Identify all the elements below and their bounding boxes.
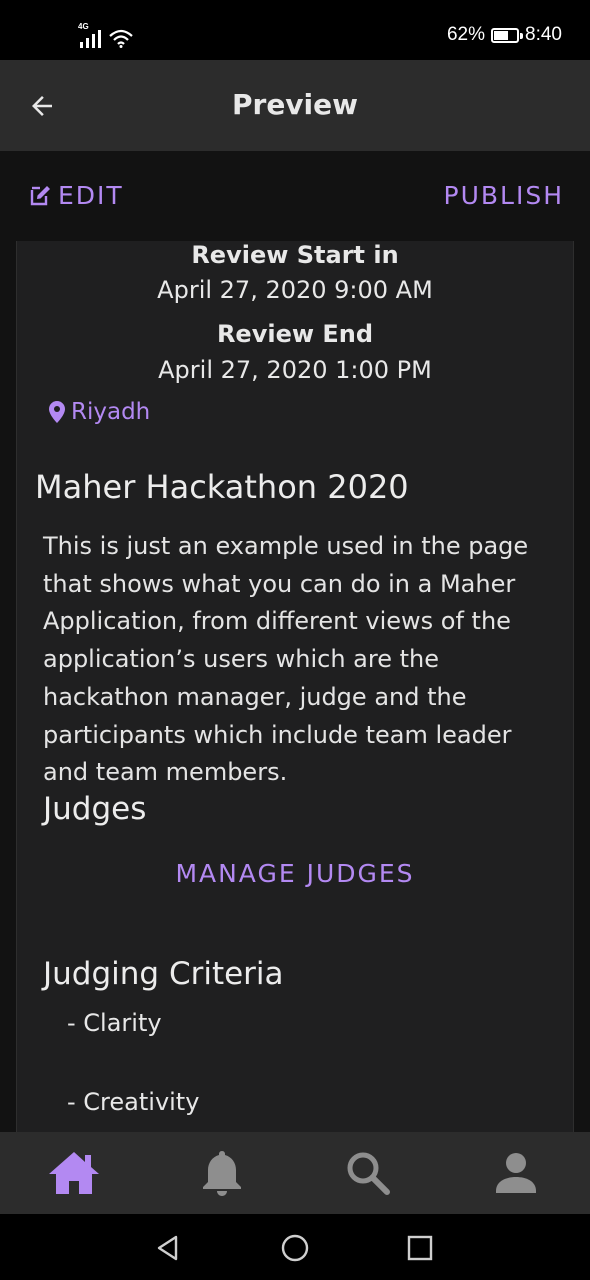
status-bar: 4G 62% 8:40 [0, 0, 590, 60]
review-end-label: Review End [216, 320, 374, 348]
publish-button[interactable]: PUBLISH [444, 181, 565, 210]
edit-icon [30, 185, 50, 205]
triangle-back-icon [157, 1235, 178, 1261]
system-home-button[interactable] [275, 1228, 315, 1268]
nav-profile[interactable] [486, 1146, 546, 1200]
battery-fill [494, 30, 509, 40]
edit-label: EDIT [58, 181, 124, 210]
edit-button[interactable]: EDIT [28, 181, 124, 210]
hackathon-title: Maher Hackathon 2020 [35, 468, 409, 506]
clock: 8:40 [525, 24, 562, 45]
network-type: 4G [78, 22, 89, 31]
location[interactable]: Riyadh [49, 399, 150, 425]
nav-search[interactable] [338, 1146, 398, 1200]
hackathon-description: This is just an example used in the page… [43, 532, 529, 787]
review-start-date: April 27, 2020 9:00 AM [157, 276, 433, 304]
person-icon [496, 1153, 536, 1193]
nav-home[interactable] [44, 1146, 104, 1200]
wifi-icon [109, 29, 133, 48]
judging-criteria-heading: Judging Criteria [43, 956, 284, 992]
bell-icon [203, 1151, 241, 1196]
signal-icon: 4G [78, 22, 134, 48]
location-pin-icon [49, 401, 65, 423]
bottom-navigation [0, 1132, 590, 1214]
review-end-date: April 27, 2020 1:00 PM [158, 356, 432, 384]
battery-icon [491, 27, 524, 43]
location-label: Riyadh [71, 399, 151, 425]
action-row: EDIT PUBLISH [0, 151, 590, 241]
circle-home-icon [281, 1234, 309, 1262]
manage-judges-button[interactable]: MANAGE JUDGES [17, 859, 573, 888]
search-icon [347, 1152, 390, 1195]
system-recents-button[interactable] [400, 1228, 440, 1268]
home-icon [49, 1152, 99, 1194]
system-back-button[interactable] [148, 1228, 188, 1268]
system-navigation-bar [0, 1214, 590, 1280]
app-bar: Preview [0, 60, 590, 151]
review-start-label: Review Start in [191, 241, 399, 269]
battery-percent: 62% [446, 24, 486, 45]
status-right: 62% 8:40 [447, 24, 562, 46]
criteria-item: - Creativity [67, 1088, 200, 1116]
page-title: Preview [231, 88, 359, 121]
criteria-item: - Clarity [67, 1009, 162, 1037]
nav-notifications[interactable] [192, 1146, 252, 1200]
hackathon-preview-card: Review Start in April 27, 2020 9:00 AM R… [16, 241, 574, 1132]
square-recents-icon [407, 1235, 433, 1261]
judges-heading: Judges [43, 791, 147, 827]
